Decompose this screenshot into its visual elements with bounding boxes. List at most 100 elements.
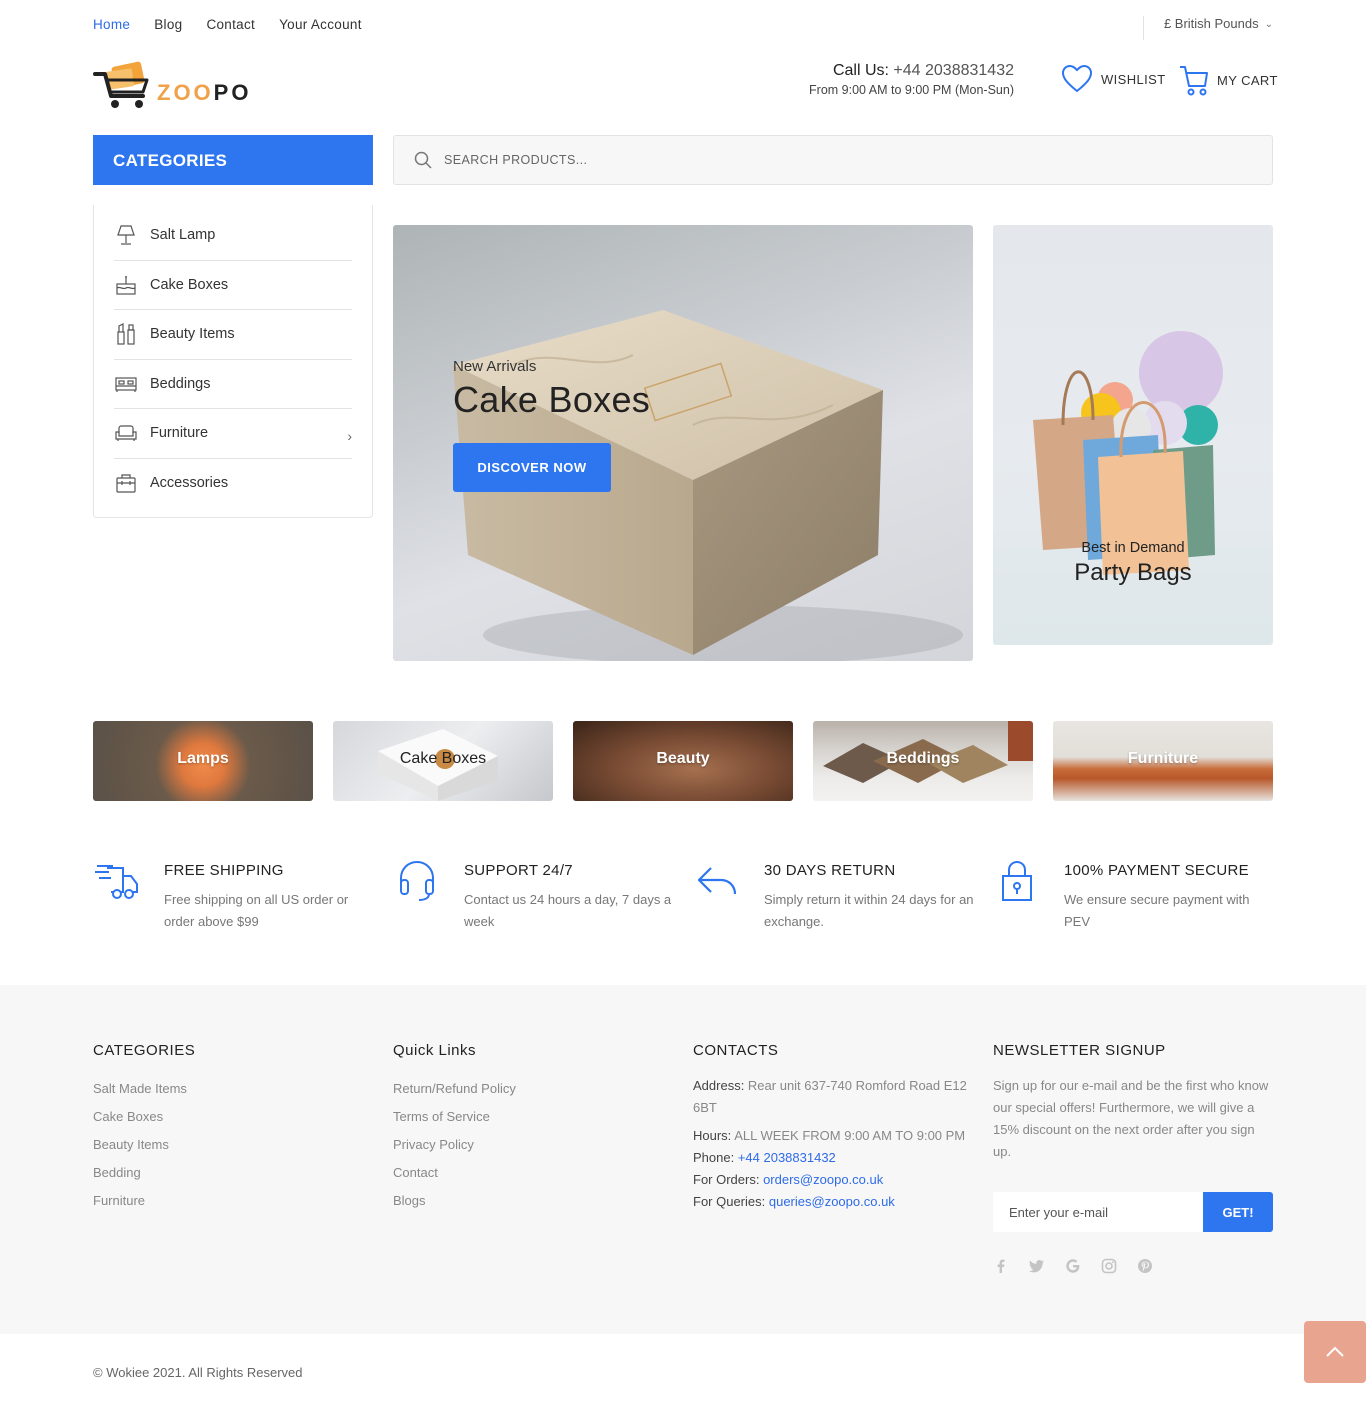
- feature-title: FREE SHIPPING: [164, 862, 284, 879]
- logo-text-part2: PO: [213, 80, 252, 105]
- instagram-icon[interactable]: [1101, 1258, 1117, 1274]
- pinterest-icon[interactable]: [1137, 1258, 1153, 1274]
- chevron-right-icon: ›: [347, 428, 352, 444]
- copyright: © Wokiee 2021. All Rights Reserved: [93, 1365, 303, 1380]
- shopping-cart-logo-icon: [93, 61, 149, 108]
- tile-cake-boxes[interactable]: Cake Boxes: [333, 721, 553, 801]
- footer-link[interactable]: Contact: [393, 1159, 516, 1187]
- contact-phone: Phone: +44 2038831432: [693, 1147, 968, 1169]
- tile-furniture[interactable]: Furniture: [1053, 721, 1273, 801]
- cart-link[interactable]: MY CART: [1179, 64, 1278, 96]
- social-links: [993, 1258, 1153, 1274]
- newsletter-email-input[interactable]: [993, 1192, 1203, 1232]
- footer-link[interactable]: Salt Made Items: [93, 1075, 195, 1103]
- contact-queries: For Queries: queries@zoopo.co.uk: [693, 1191, 968, 1213]
- footer-categories: CATEGORIES Salt Made Items Cake Boxes Be…: [93, 1042, 195, 1215]
- category-beddings[interactable]: Beddings: [114, 360, 352, 409]
- orders-email-link[interactable]: orders@zoopo.co.uk: [763, 1172, 883, 1187]
- newsletter-submit-button[interactable]: GET!: [1203, 1192, 1273, 1232]
- chevron-up-icon: [1326, 1346, 1344, 1357]
- footer-contacts: CONTACTS Address: Rear unit 637-740 Romf…: [693, 1042, 968, 1213]
- logo-wordmark: ZOOPO: [157, 80, 251, 106]
- google-icon[interactable]: [1065, 1258, 1081, 1274]
- category-accessories[interactable]: Accessories: [114, 459, 352, 509]
- hours-value: ALL WEEK FROM 9:00 AM TO 9:00 PM: [734, 1128, 966, 1143]
- footer-link[interactable]: Cake Boxes: [93, 1103, 195, 1131]
- footer-link[interactable]: Beauty Items: [93, 1131, 195, 1159]
- footer-link[interactable]: Bedding: [93, 1159, 195, 1187]
- party-bags-banner[interactable]: Best in Demand Party Bags: [993, 225, 1273, 645]
- feature-title: 30 DAYS RETURN: [764, 862, 896, 879]
- tile-label: Beddings: [886, 750, 960, 767]
- call-number[interactable]: +44 2038831432: [893, 62, 1014, 79]
- phone-link[interactable]: +44 2038831432: [738, 1150, 836, 1165]
- category-salt-lamp[interactable]: Salt Lamp: [114, 211, 352, 261]
- feature-title: 100% PAYMENT SECURE: [1064, 862, 1249, 879]
- hero-copy: New Arrivals Cake Boxes DISCOVER NOW: [453, 358, 650, 492]
- lamp-icon: [117, 225, 135, 245]
- category-label: Accessories: [150, 475, 229, 492]
- footer-link[interactable]: Privacy Policy: [393, 1131, 516, 1159]
- categories-header[interactable]: CATEGORIES: [93, 135, 373, 185]
- feature-text: Simply return it within 24 days for an e…: [764, 892, 974, 929]
- cake-icon: [116, 275, 136, 295]
- bag-icon: [116, 474, 136, 493]
- currency-selector[interactable]: £ British Pounds ⌄: [1142, 16, 1273, 40]
- category-label: Beauty Items: [150, 326, 235, 343]
- nav-your-account[interactable]: Your Account: [279, 17, 362, 32]
- footer-link[interactable]: Terms of Service: [393, 1103, 516, 1131]
- wishlist-label: WISHLIST: [1101, 71, 1166, 87]
- footer-newsletter: NEWSLETTER SIGNUP Sign up for our e-mail…: [993, 1042, 1273, 1163]
- truck-icon: [95, 865, 138, 899]
- search-input[interactable]: [444, 153, 1224, 167]
- footer-link[interactable]: Furniture: [93, 1187, 195, 1215]
- logo-text-part1: ZOO: [157, 80, 214, 105]
- category-cake-boxes[interactable]: Cake Boxes: [114, 261, 352, 310]
- hours-label: Hours:: [693, 1128, 735, 1143]
- footer-categories-title: CATEGORIES: [93, 1042, 196, 1059]
- category-label: Furniture: [150, 425, 209, 442]
- category-beauty-items[interactable]: Beauty Items: [114, 310, 352, 360]
- footer-contacts-title: CONTACTS: [693, 1042, 779, 1059]
- back-to-top-button[interactable]: [1304, 1321, 1366, 1383]
- feature-text: Free shipping on all US order or order a…: [164, 892, 349, 929]
- queries-email-link[interactable]: queries@zoopo.co.uk: [769, 1194, 895, 1209]
- side-banner-copy: Best in Demand Party Bags: [993, 540, 1273, 587]
- tile-lamps[interactable]: Lamps: [93, 721, 313, 801]
- newsletter-form: GET!: [993, 1192, 1273, 1232]
- facebook-icon[interactable]: [993, 1258, 1009, 1274]
- feature-text: Contact us 24 hours a day, 7 days a week: [464, 892, 672, 929]
- feature-title: SUPPORT 24/7: [464, 862, 573, 879]
- tile-beauty[interactable]: Beauty: [573, 721, 793, 801]
- heart-icon: [1061, 64, 1093, 93]
- hero-subtitle: New Arrivals: [453, 358, 537, 375]
- orders-label: For Orders:: [693, 1172, 764, 1187]
- footer-link[interactable]: Return/Refund Policy: [393, 1075, 516, 1103]
- nav-contact[interactable]: Contact: [206, 17, 255, 32]
- cart-label: MY CART: [1217, 72, 1278, 88]
- categories-list: Salt Lamp Cake Boxes Beauty Items Beddin…: [93, 205, 373, 518]
- newsletter-text: Sign up for our e-mail and be the first …: [993, 1078, 1269, 1159]
- footer-link[interactable]: Blogs: [393, 1187, 516, 1215]
- nav-home[interactable]: Home: [93, 17, 130, 32]
- footer-quick-links: Quick Links Return/Refund Policy Terms o…: [393, 1042, 516, 1215]
- site-logo[interactable]: ZOOPO: [93, 60, 253, 112]
- tile-label: Cake Boxes: [399, 750, 487, 767]
- category-label: Cake Boxes: [150, 276, 229, 293]
- search-icon[interactable]: [414, 151, 432, 169]
- twitter-icon[interactable]: [1029, 1258, 1045, 1274]
- footer: CATEGORIES Salt Made Items Cake Boxes Be…: [0, 985, 1366, 1334]
- category-furniture[interactable]: Furniture ›: [114, 409, 352, 459]
- tile-beddings[interactable]: Beddings: [813, 721, 1033, 801]
- feature-text: We ensure secure payment with PEV: [1064, 892, 1250, 929]
- bed-icon: [115, 377, 137, 392]
- category-label: Salt Lamp: [150, 227, 216, 244]
- newsletter-title: NEWSLETTER SIGNUP: [993, 1042, 1166, 1059]
- wishlist-link[interactable]: WISHLIST: [1061, 64, 1166, 94]
- contact-orders: For Orders: orders@zoopo.co.uk: [693, 1169, 968, 1191]
- nav-blog[interactable]: Blog: [154, 17, 182, 32]
- phone-label: Phone:: [693, 1150, 738, 1165]
- hero-banner[interactable]: New Arrivals Cake Boxes DISCOVER NOW: [393, 225, 973, 661]
- sofa-icon: [115, 425, 137, 442]
- discover-now-button[interactable]: DISCOVER NOW: [453, 443, 611, 492]
